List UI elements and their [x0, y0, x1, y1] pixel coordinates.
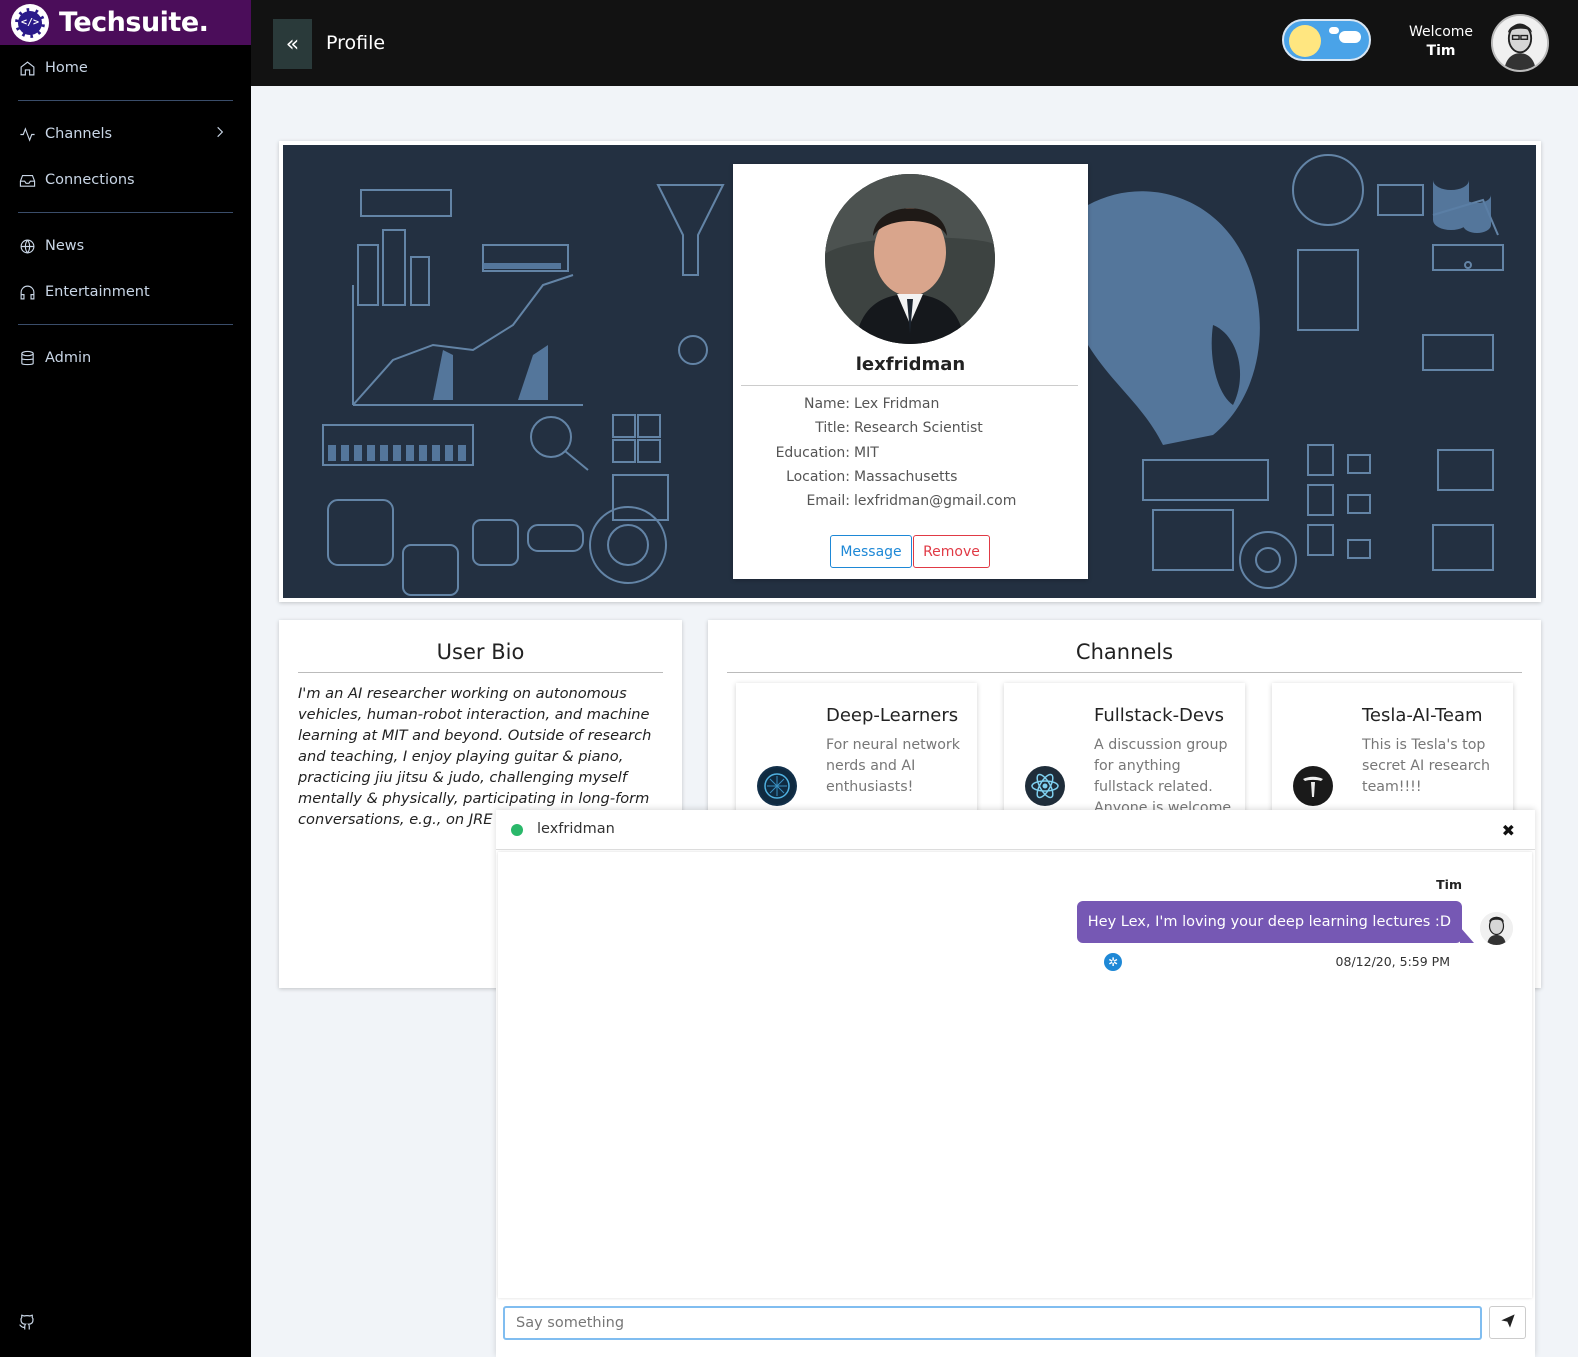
chevron-right-icon [213, 125, 227, 143]
profile-divider [741, 385, 1078, 386]
sidebar-item-channels[interactable]: Channels [0, 111, 251, 157]
chat-window: lexfridman ✖ Tim Hey Lex, I'm loving you… [496, 810, 1535, 1357]
sidebar-item-label: Entertainment [45, 284, 150, 300]
cloud-icon [1339, 31, 1361, 43]
collapse-sidebar-button[interactable]: « [273, 19, 312, 69]
sidebar-item-home[interactable]: Home [0, 45, 251, 91]
welcome-text: Welcome [1408, 24, 1474, 40]
sidebar-item-entertainment[interactable]: Entertainment [0, 269, 251, 315]
sidebar-divider [18, 212, 233, 213]
activity-icon [18, 125, 36, 143]
sidebar-divider [18, 324, 233, 325]
message-avatar [1480, 912, 1513, 945]
chat-message-input[interactable] [503, 1306, 1482, 1340]
channel-avatar [1293, 766, 1333, 806]
cloud-icon [1329, 27, 1339, 34]
chat-username: lexfridman [537, 821, 615, 837]
profile-info-card: lexfridman Name: Lex Fridman Title: Rese… [733, 164, 1088, 579]
field-value: Lex Fridman [854, 396, 940, 412]
theme-toggle[interactable] [1282, 19, 1371, 61]
field-label: Title: [815, 420, 850, 436]
field-label: Name: [803, 396, 850, 412]
welcome-username: Tim [1426, 43, 1456, 59]
field-value: lexfridman@gmail.com [854, 493, 1017, 509]
channels-divider [727, 672, 1522, 673]
message-bubble-tail [1460, 927, 1474, 943]
sidebar-item-admin[interactable]: Admin [0, 335, 251, 381]
techsuite-logo-icon: </> [11, 3, 49, 42]
online-status-icon [511, 824, 523, 836]
sidebar-item-label: Connections [45, 172, 135, 188]
channel-name: Deep-Learners [826, 705, 959, 726]
channel-description: For neural network nerds and AI enthusia… [826, 737, 960, 795]
message-timestamp: 08/12/20, 5:59 PM [1335, 954, 1450, 969]
profile-avatar [825, 174, 995, 344]
bio-divider [298, 672, 663, 673]
globe-icon [18, 237, 36, 255]
bio-title: User Bio [436, 640, 525, 664]
chat-header[interactable]: lexfridman ✖ [496, 810, 1535, 850]
channels-title: Channels [1075, 640, 1174, 664]
channel-description: This is Tesla's top secret AI research t… [1362, 737, 1491, 795]
field-value: Massachusetts [854, 469, 958, 485]
sidebar-item-news[interactable]: News [0, 223, 251, 269]
field-label: Email: [806, 493, 850, 509]
send-button[interactable] [1489, 1306, 1526, 1339]
sidebar-item-label: Admin [45, 350, 92, 366]
github-icon[interactable] [18, 1313, 36, 1335]
field-value: MIT [854, 445, 879, 461]
sidebar-item-label: Channels [45, 126, 113, 142]
channel-name: Fullstack-Devs [1094, 705, 1225, 726]
sidebar-item-label: News [45, 238, 85, 254]
bio-text: I'm an AI researcher working on autonomo… [298, 685, 652, 828]
user-avatar[interactable] [1491, 14, 1549, 72]
field-label: Education: [775, 445, 850, 461]
field-label: Location: [786, 469, 850, 485]
sidebar-item-label: Home [45, 60, 88, 76]
brand-bar[interactable]: </> Techsuite. [0, 0, 251, 45]
welcome-block: Welcome Tim [1391, 24, 1491, 59]
message-bubble[interactable]: Hey Lex, I'm loving your deep learning l… [1076, 901, 1462, 943]
send-icon [1500, 1313, 1516, 1333]
database-icon [18, 349, 36, 367]
page-title: Profile [326, 32, 386, 54]
channel-avatar [1025, 766, 1065, 806]
close-icon[interactable]: ✖ [1502, 821, 1515, 840]
brand-name: Techsuite. [59, 7, 209, 38]
message-button[interactable]: Message [830, 535, 912, 568]
sidebar-divider [18, 100, 233, 101]
reaction-icon[interactable]: ✲ [1104, 953, 1122, 971]
channel-avatar [757, 766, 797, 806]
sidebar: </> Techsuite. Home Channels Connections… [0, 0, 251, 1357]
sun-icon [1289, 25, 1321, 57]
profile-username: lexfridman [855, 354, 966, 375]
inbox-icon [18, 171, 36, 189]
sidebar-item-connections[interactable]: Connections [0, 157, 251, 203]
chat-messages[interactable]: Tim Hey Lex, I'm loving your deep learni… [498, 852, 1532, 1298]
top-bar: « Profile Welcome Tim [251, 0, 1578, 86]
field-value: Research Scientist [854, 420, 983, 436]
remove-button[interactable]: Remove [913, 535, 990, 568]
channel-name: Tesla-AI-Team [1362, 705, 1483, 726]
message-author: Tim [1436, 877, 1462, 892]
home-icon [18, 59, 36, 77]
headphones-icon [18, 283, 36, 301]
